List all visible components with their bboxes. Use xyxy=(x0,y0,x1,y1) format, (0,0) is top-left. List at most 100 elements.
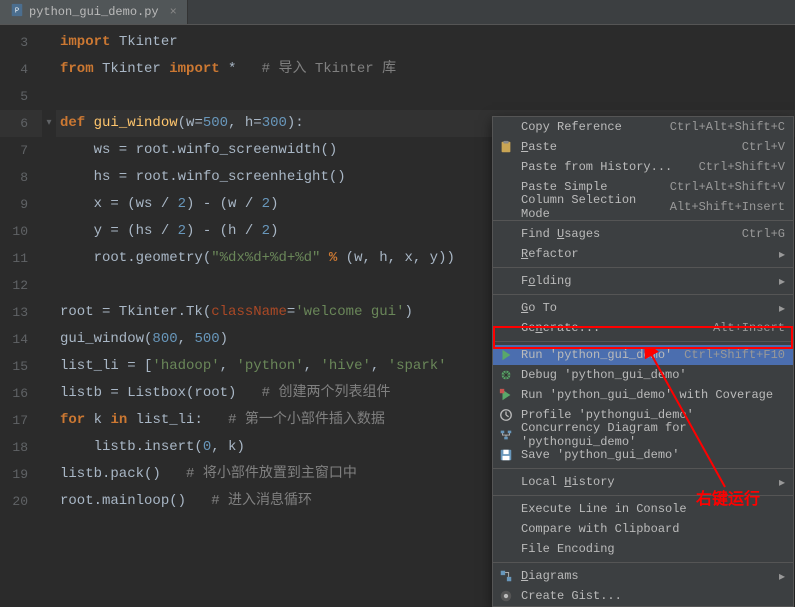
menu-shortcut: Ctrl+G xyxy=(742,227,785,241)
svg-text:P: P xyxy=(15,8,19,16)
menu-item[interactable]: Paste from History...Ctrl+Shift+V xyxy=(493,157,793,177)
line-number: 20 xyxy=(0,488,42,515)
line-number: 12 xyxy=(0,272,42,299)
menu-label: Go To xyxy=(521,301,775,315)
menu-item[interactable]: PasteCtrl+V xyxy=(493,137,793,157)
line-number: 18 xyxy=(0,434,42,461)
line-number: 13 xyxy=(0,299,42,326)
line-number: 9 xyxy=(0,191,42,218)
fold-icon[interactable]: ▾ xyxy=(42,110,56,137)
menu-item[interactable]: Save 'python_gui_demo' xyxy=(493,445,793,465)
blank-icon xyxy=(497,226,515,242)
menu-item[interactable]: Run 'python_gui_demo' with Coverage xyxy=(493,385,793,405)
menu-item[interactable]: Compare with Clipboard xyxy=(493,519,793,539)
menu-item[interactable]: Refactor ▸ xyxy=(493,244,793,264)
line-number: 3 xyxy=(0,29,42,56)
blank-icon xyxy=(497,501,515,517)
menu-label: Diagrams xyxy=(521,569,775,583)
menu-item[interactable]: Find UsagesCtrl+G xyxy=(493,224,793,244)
line-number: 8 xyxy=(0,164,42,191)
menu-separator xyxy=(493,267,793,268)
line-number: 15 xyxy=(0,353,42,380)
menu-shortcut: Ctrl+Shift+V xyxy=(699,160,785,174)
menu-label: Save 'python_gui_demo' xyxy=(521,448,785,462)
line-number: 5 xyxy=(0,83,42,110)
menu-label: Run 'python_gui_demo' xyxy=(521,348,684,362)
coverage-icon xyxy=(497,387,515,403)
line-number: 14 xyxy=(0,326,42,353)
paste-icon xyxy=(497,139,515,155)
code-line: 3 import Tkinter xyxy=(0,29,795,56)
blank-icon xyxy=(497,246,515,262)
menu-label: Folding xyxy=(521,274,775,288)
save-icon xyxy=(497,447,515,463)
line-number: 10 xyxy=(0,218,42,245)
menu-label: Paste from History... xyxy=(521,160,699,174)
annotation-text: 右键运行 xyxy=(696,485,760,509)
blank-icon xyxy=(497,300,515,316)
submenu-arrow-icon: ▸ xyxy=(779,274,785,289)
menu-label: File Encoding xyxy=(521,542,785,556)
debug-icon xyxy=(497,367,515,383)
menu-label: Column Selection Mode xyxy=(521,193,670,221)
blank-icon xyxy=(497,179,515,195)
menu-shortcut: Ctrl+Alt+Shift+V xyxy=(670,180,785,194)
menu-shortcut: Alt+Insert xyxy=(713,321,785,335)
submenu-arrow-icon: ▸ xyxy=(779,569,785,584)
line-number: 16 xyxy=(0,380,42,407)
menu-item[interactable]: Go To▸ xyxy=(493,298,793,318)
line-number: 11 xyxy=(0,245,42,272)
file-tab[interactable]: P python_gui_demo.py × xyxy=(0,0,188,24)
menu-label: Find Usages xyxy=(521,227,742,241)
menu-label: Concurrency Diagram for 'pythongui_demo' xyxy=(521,421,785,449)
python-file-icon: P xyxy=(10,3,24,21)
menu-label: Paste Simple xyxy=(521,180,670,194)
tab-bar: P python_gui_demo.py × xyxy=(0,0,795,25)
menu-shortcut: Ctrl+V xyxy=(742,140,785,154)
menu-separator xyxy=(493,562,793,563)
menu-label: Copy Reference xyxy=(521,120,670,134)
menu-item[interactable]: Diagrams ▸ xyxy=(493,566,793,586)
menu-item[interactable]: Column Selection ModeAlt+Shift+Insert xyxy=(493,197,793,217)
blank-icon xyxy=(497,273,515,289)
submenu-arrow-icon: ▸ xyxy=(779,247,785,262)
submenu-arrow-icon: ▸ xyxy=(779,475,785,490)
blank-icon xyxy=(497,474,515,490)
blank-icon xyxy=(497,541,515,557)
menu-separator xyxy=(493,294,793,295)
blank-icon xyxy=(497,521,515,537)
line-number: 6 xyxy=(0,110,42,137)
code-line: 4 from Tkinter import * # 导入 Tkinter 库 xyxy=(0,56,795,83)
tab-label: python_gui_demo.py xyxy=(29,5,159,19)
gist-icon xyxy=(497,588,515,604)
line-number: 7 xyxy=(0,137,42,164)
menu-shortcut: Ctrl+Alt+Shift+C xyxy=(670,120,785,134)
line-number: 19 xyxy=(0,461,42,488)
menu-item[interactable]: Create Gist... xyxy=(493,586,793,606)
menu-label: Create Gist... xyxy=(521,589,785,603)
blank-icon xyxy=(497,320,515,336)
menu-label: Run 'python_gui_demo' with Coverage xyxy=(521,388,785,402)
menu-item[interactable]: Folding ▸ xyxy=(493,271,793,291)
menu-item[interactable]: Copy ReferenceCtrl+Alt+Shift+C xyxy=(493,117,793,137)
menu-item[interactable]: Generate...Alt+Insert xyxy=(493,318,793,338)
blank-icon xyxy=(497,199,515,215)
line-number: 17 xyxy=(0,407,42,434)
blank-icon xyxy=(497,159,515,175)
menu-label: Refactor xyxy=(521,247,775,261)
menu-label: Debug 'python_gui_demo' xyxy=(521,368,785,382)
menu-shortcut: Alt+Shift+Insert xyxy=(670,200,785,214)
menu-item[interactable]: Debug 'python_gui_demo' xyxy=(493,365,793,385)
menu-item[interactable]: Run 'python_gui_demo'Ctrl+Shift+F10 xyxy=(493,345,793,365)
menu-separator xyxy=(493,468,793,469)
context-menu: Copy ReferenceCtrl+Alt+Shift+CPasteCtrl+… xyxy=(492,116,794,607)
menu-label: Compare with Clipboard xyxy=(521,522,785,536)
diagram-icon xyxy=(497,427,515,443)
menu-item[interactable]: Concurrency Diagram for 'pythongui_demo' xyxy=(493,425,793,445)
menu-shortcut: Ctrl+Shift+F10 xyxy=(684,348,785,362)
menu-item[interactable]: File Encoding xyxy=(493,539,793,559)
menu-separator xyxy=(493,341,793,342)
run-icon xyxy=(497,347,515,363)
menu-label: Profile 'pythongui_demo' xyxy=(521,408,785,422)
close-icon[interactable]: × xyxy=(170,5,177,19)
